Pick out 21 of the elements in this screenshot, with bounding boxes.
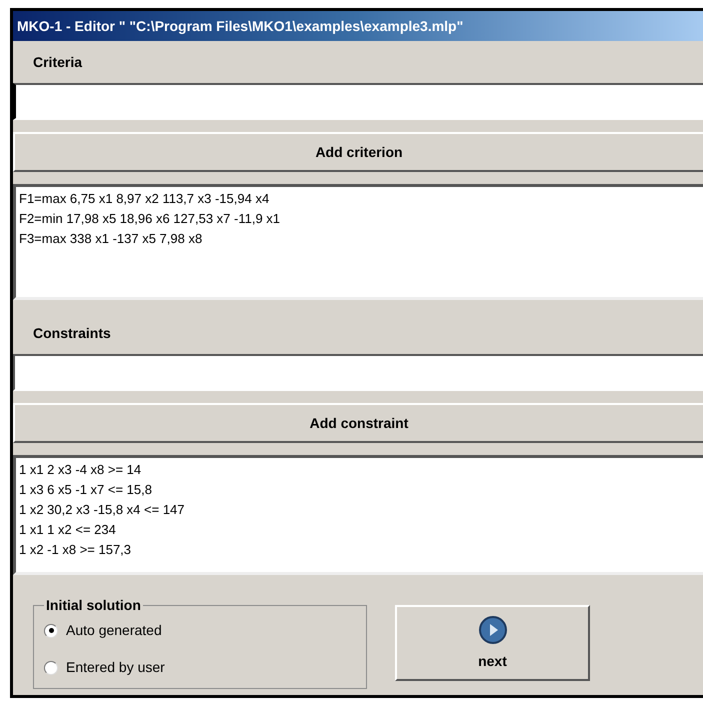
list-item[interactable]: 1 x1 2 x3 -4 x8 >= 14 — [19, 460, 142, 480]
next-button[interactable]: next — [395, 605, 590, 681]
list-item[interactable]: 1 x3 6 x5 -1 x7 <= 15,8 — [19, 480, 152, 500]
list-item[interactable]: 1 x1 1 x2 <= 234 — [19, 520, 116, 540]
list-item[interactable]: F3=max 338 x1 -137 x5 7,98 x8 — [19, 229, 202, 249]
group-title: Initial solution — [45, 596, 142, 615]
radio-label[interactable]: Entered by user — [66, 657, 165, 678]
radio-label[interactable]: Auto generated — [66, 620, 162, 641]
section-label: Constraints — [33, 324, 111, 342]
add-button[interactable]: Add criterion — [13, 132, 703, 172]
list-item[interactable]: F2=min 17,98 x5 18,96 x6 127,53 x7 -11,9 x1 — [19, 209, 280, 229]
list-item[interactable]: F1=max 6,75 x1 8,97 x2 113,7 x3 -15,94 x4 — [19, 189, 270, 209]
text-input-field[interactable] — [13, 354, 703, 391]
list-item[interactable]: 1 x2 -1 x8 >= 157,3 — [19, 540, 132, 560]
radio-button[interactable] — [44, 660, 58, 674]
text-input-field[interactable] — [13, 83, 703, 120]
window-title: MKO-1 - Editor " "C:\Program Files\MKO1\examples\example3.mlp" — [13, 11, 703, 41]
section-label: Criteria — [33, 52, 82, 72]
radio-button[interactable] — [44, 624, 58, 638]
list-item[interactable]: 1 x2 30,2 x3 -15,8 x4 <= 147 — [19, 500, 185, 520]
add-button[interactable]: Add constraint — [13, 403, 703, 443]
